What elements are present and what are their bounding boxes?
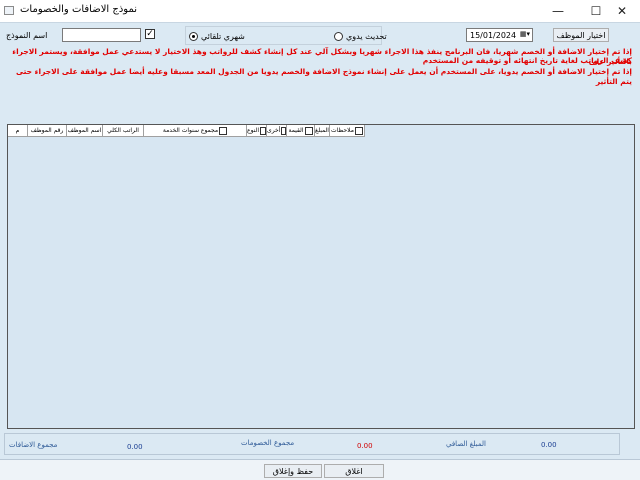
col-row-number[interactable]: م — [8, 125, 28, 137]
manual-update-label: تحديث يدوي — [346, 32, 387, 41]
manual-note: إذا تم إختيار الاضافة أو الخصم يدويا، عل… — [16, 67, 632, 86]
template-name-label: اسم النموذج — [6, 31, 48, 40]
col-total-salary[interactable]: الراتب الكلي — [103, 125, 144, 137]
window-title: نموذج الاضافات والخصومات — [20, 4, 138, 15]
net-amount-value: 0.00 — [541, 441, 557, 449]
manual-update-radio[interactable] — [334, 32, 343, 41]
save-close-button[interactable]: حفظ وإغلاق — [264, 464, 322, 478]
action-bar: اغلاق حفظ وإغلاق — [0, 459, 640, 480]
col-employee-number[interactable]: رقم الموظف — [28, 125, 67, 137]
update-mode-group: تحديث يدوي شهري تلقائي — [185, 26, 387, 45]
col-other[interactable]: أخرى — [267, 125, 287, 137]
total-deductions-label: مجموع الخصومات — [241, 439, 295, 447]
monthly-note-line2: كشف الرواتب لغاية تاريخ انتهائه أو توقيف… — [422, 56, 632, 65]
total-additions-label: مجموع الاضافات — [9, 441, 58, 449]
app-icon — [4, 6, 14, 15]
col-notes-checkbox[interactable] — [354, 126, 363, 135]
col-other-checkbox[interactable] — [281, 126, 286, 135]
deductions-grid[interactable]: ملاحظات المبلغ القيمة أخرى النوع مجموع س… — [7, 124, 635, 429]
col-type-checkbox[interactable] — [260, 126, 266, 135]
col-service-years[interactable]: مجموع سنوات الخدمة — [144, 125, 247, 137]
template-name-input[interactable] — [62, 28, 141, 42]
title-bar: نموذج الاضافات والخصومات — ☐ ✕ — [0, 0, 640, 22]
total-deductions-value: 0.00 — [357, 442, 373, 450]
col-value-checkbox[interactable] — [304, 126, 313, 135]
close-button[interactable]: اغلاق — [324, 464, 384, 478]
date-value: 15/01/2024 — [470, 30, 517, 40]
col-type[interactable]: النوع — [247, 125, 267, 137]
minimize-button[interactable]: — — [540, 0, 576, 22]
auto-monthly-radio[interactable] — [189, 32, 198, 41]
col-amount[interactable]: المبلغ — [315, 125, 330, 137]
col-employee-name[interactable]: اسم الموظف — [67, 125, 103, 137]
select-employee-button[interactable]: اختيار الموظف — [553, 28, 609, 42]
close-window-button[interactable]: ✕ — [604, 0, 640, 22]
total-additions-value: 0.00 — [127, 443, 143, 451]
active-checkbox[interactable]: ✓ — [145, 29, 155, 39]
net-amount-label: المبلغ الصافي — [446, 440, 486, 448]
grid-header: ملاحظات المبلغ القيمة أخرى النوع مجموع س… — [8, 125, 365, 137]
date-picker[interactable]: 15/01/2024 ▦▾ — [466, 28, 533, 42]
col-value[interactable]: القيمة — [287, 125, 315, 137]
auto-monthly-label: شهري تلقائي — [201, 32, 245, 41]
totals-panel: مجموع الاضافات 0.00 مجموع الخصومات 0.00 … — [4, 433, 620, 455]
col-notes[interactable]: ملاحظات — [330, 125, 365, 137]
col-service-years-checkbox[interactable] — [219, 126, 228, 135]
calendar-dropdown-icon[interactable]: ▦▾ — [520, 30, 530, 38]
